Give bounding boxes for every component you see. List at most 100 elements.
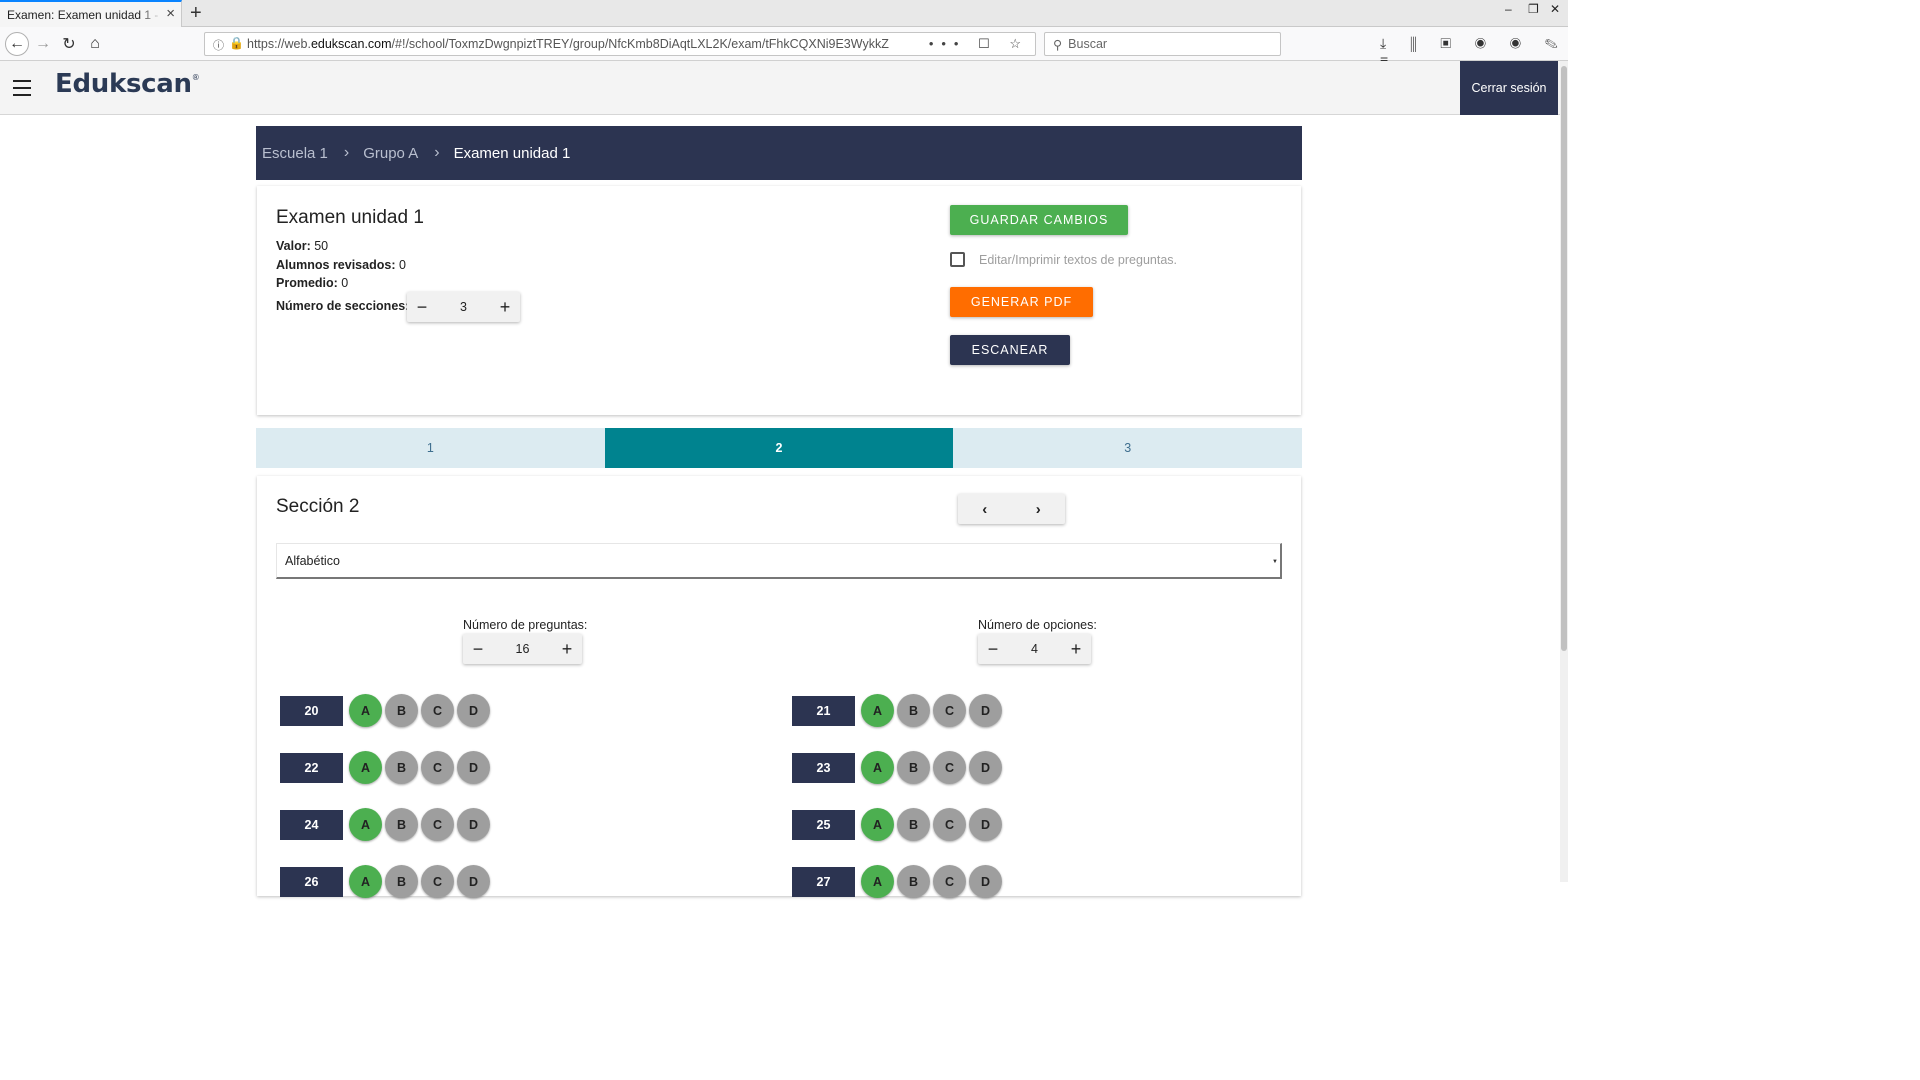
- answer-option-c[interactable]: C: [421, 808, 454, 841]
- answer-option-b[interactable]: B: [385, 808, 418, 841]
- window-close-icon[interactable]: ✕: [1550, 2, 1560, 16]
- answer-option-a[interactable]: A: [349, 808, 382, 841]
- answer-option-a[interactable]: A: [349, 865, 382, 898]
- answer-option-a[interactable]: A: [861, 808, 894, 841]
- breadcrumb-group[interactable]: Grupo A: [363, 145, 418, 162]
- questions-count-label: Número de preguntas:: [463, 618, 588, 632]
- answer-option-b[interactable]: B: [897, 865, 930, 898]
- browser-tab[interactable]: Examen: Examen unidad 1 - Edukscan ×: [0, 0, 182, 27]
- options-count-label: Número de opciones:: [978, 618, 1097, 632]
- answer-option-d[interactable]: D: [969, 694, 1002, 727]
- answer-option-a[interactable]: A: [861, 751, 894, 784]
- url-bar[interactable]: ⓘ 🔒 https://web.edukscan.com/#!/school/T…: [204, 32, 1036, 56]
- answer-option-b[interactable]: B: [385, 751, 418, 784]
- answer-option-d[interactable]: D: [457, 751, 490, 784]
- answer-option-c[interactable]: C: [421, 694, 454, 727]
- url-text: https://web.edukscan.com/#!/school/Toxmz…: [247, 37, 889, 51]
- answer-option-c[interactable]: C: [933, 694, 966, 727]
- new-tab-icon[interactable]: +: [190, 2, 202, 24]
- answer-option-b[interactable]: B: [897, 808, 930, 841]
- answer-option-b[interactable]: B: [385, 694, 418, 727]
- save-changes-button[interactable]: GUARDAR CAMBIOS: [950, 205, 1128, 235]
- exam-average: Promedio: 0: [276, 276, 349, 290]
- answer-option-d[interactable]: D: [969, 751, 1002, 784]
- options-stepper: − 4 +: [978, 634, 1091, 664]
- answer-option-b[interactable]: B: [385, 865, 418, 898]
- search-placeholder: Buscar: [1068, 37, 1108, 51]
- answer-option-a[interactable]: A: [861, 694, 894, 727]
- exam-value: Valor: 50: [276, 239, 329, 253]
- sections-count: 3: [460, 300, 467, 314]
- answer-option-d[interactable]: D: [457, 694, 490, 727]
- app-header: Edukscan® Cerrar sesión: [0, 61, 1560, 115]
- increment-options-button[interactable]: +: [1061, 634, 1091, 664]
- back-arrow-icon[interactable]: ←: [5, 32, 29, 56]
- answer-option-d[interactable]: D: [969, 808, 1002, 841]
- chevron-right-icon: ›: [434, 144, 440, 161]
- dropdown-caret-icon: ▼: [1272, 559, 1278, 565]
- search-input[interactable]: ⚲ Buscar: [1044, 32, 1281, 56]
- question-number: 22: [280, 752, 343, 783]
- next-section-icon[interactable]: ›: [1036, 501, 1041, 518]
- questions-count: 16: [515, 642, 530, 656]
- increment-questions-button[interactable]: +: [552, 634, 582, 664]
- answer-option-c[interactable]: C: [421, 865, 454, 898]
- restore-icon[interactable]: ❐: [1528, 2, 1539, 16]
- exam-title: Examen unidad 1: [276, 207, 424, 228]
- tab-section-1[interactable]: 1: [256, 428, 605, 468]
- section-title: Sección 2: [276, 496, 360, 517]
- decrement-questions-button[interactable]: −: [463, 634, 493, 664]
- page-actions-icon[interactable]: ••• ☐ ☆: [929, 36, 1029, 52]
- forward-arrow-icon[interactable]: →: [31, 32, 55, 56]
- decrement-sections-button[interactable]: −: [407, 292, 437, 322]
- answer-option-b[interactable]: B: [897, 694, 930, 727]
- scan-button[interactable]: ESCANEAR: [950, 335, 1070, 365]
- close-tab-icon[interactable]: ×: [166, 6, 175, 22]
- answer-option-a[interactable]: A: [349, 751, 382, 784]
- edit-print-texts-option[interactable]: Editar/Imprimir textos de preguntas.: [950, 252, 1177, 267]
- tab-section-3[interactable]: 3: [953, 428, 1303, 468]
- question-number: 25: [792, 809, 855, 840]
- question-row: 23 A B C D: [792, 751, 1002, 784]
- answer-option-c[interactable]: C: [421, 751, 454, 784]
- home-icon[interactable]: ⌂: [83, 32, 107, 56]
- question-row: 22 A B C D: [280, 751, 490, 784]
- question-row: 25 A B C D: [792, 808, 1002, 841]
- scrollbar-thumb[interactable]: [1561, 66, 1567, 651]
- edit-print-checkbox[interactable]: [950, 252, 965, 267]
- answer-option-a[interactable]: A: [861, 865, 894, 898]
- answer-option-d[interactable]: D: [457, 865, 490, 898]
- previous-section-icon[interactable]: ‹: [982, 501, 987, 518]
- answer-option-c[interactable]: C: [933, 751, 966, 784]
- answer-option-d[interactable]: D: [969, 865, 1002, 898]
- info-icon[interactable]: ⓘ: [213, 37, 224, 53]
- answer-option-a[interactable]: A: [349, 694, 382, 727]
- questions-stepper: − 16 +: [463, 634, 582, 664]
- logout-button[interactable]: Cerrar sesión: [1460, 61, 1558, 115]
- page-scrollbar[interactable]: [1560, 61, 1568, 882]
- breadcrumb: Escuela 1 › Grupo A › Examen unidad 1: [256, 126, 1302, 180]
- answer-option-c[interactable]: C: [933, 808, 966, 841]
- minimize-icon[interactable]: –: [1505, 2, 1512, 16]
- hamburger-menu-icon[interactable]: [13, 80, 31, 96]
- increment-sections-button[interactable]: +: [490, 292, 520, 322]
- question-row: 21 A B C D: [792, 694, 1002, 727]
- question-row: 26 A B C D: [280, 865, 490, 898]
- browser-tab-bar: Examen: Examen unidad 1 - Edukscan × + –…: [0, 0, 1568, 27]
- answer-option-d[interactable]: D: [457, 808, 490, 841]
- chevron-right-icon: ›: [343, 144, 350, 161]
- edukscan-logo[interactable]: Edukscan®: [55, 69, 200, 99]
- browser-navigation-bar: ← → ↻ ⌂ ⓘ 🔒 https://web.edukscan.com/#!/…: [0, 27, 1568, 68]
- breadcrumb-exam: Examen unidad 1: [453, 144, 571, 162]
- reload-icon[interactable]: ↻: [57, 32, 81, 56]
- breadcrumb-school[interactable]: Escuela 1: [262, 145, 328, 162]
- question-number: 21: [792, 695, 855, 726]
- order-select[interactable]: Alfabético ▼: [276, 543, 1282, 579]
- tab-section-2[interactable]: 2: [604, 428, 954, 468]
- answer-option-c[interactable]: C: [933, 865, 966, 898]
- decrement-options-button[interactable]: −: [978, 634, 1008, 664]
- generate-pdf-button[interactable]: GENERAR PDF: [950, 287, 1093, 317]
- sections-label: Número de secciones:: [276, 299, 410, 313]
- answer-option-b[interactable]: B: [897, 751, 930, 784]
- section-card: Sección 2 ‹ › Alfabético ▼ Número de pre…: [257, 476, 1301, 898]
